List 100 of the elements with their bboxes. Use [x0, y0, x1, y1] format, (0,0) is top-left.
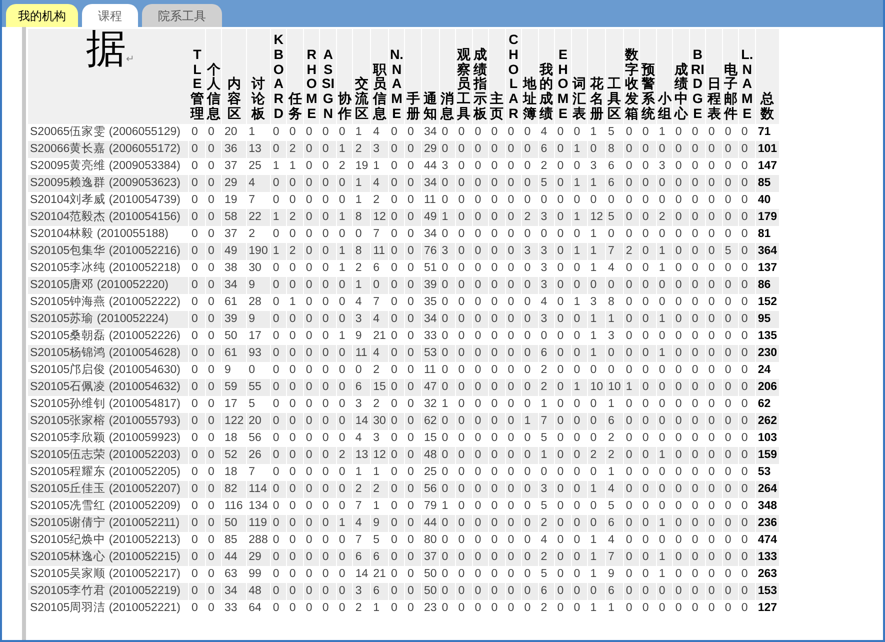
column-header: 预警系统 — [641, 62, 655, 122]
count-cell: 0 — [640, 583, 657, 600]
count-cell: 0 — [320, 600, 337, 617]
count-cell: 0 — [739, 549, 756, 566]
count-cell: 0 — [206, 345, 222, 362]
count-cell: 0 — [287, 481, 304, 498]
count-cell: 2 — [336, 447, 354, 464]
count-cell: 0 — [555, 345, 572, 362]
count-cell: 0 — [456, 379, 473, 396]
count-cell: 0 — [640, 447, 657, 464]
count-cell: 0 — [440, 600, 456, 617]
count-cell: 0 — [722, 413, 740, 430]
count-cell: 0 — [472, 175, 490, 192]
count-cell: 0 — [189, 209, 206, 226]
tab[interactable]: 课程 — [82, 4, 138, 27]
count-cell: 76 — [422, 243, 440, 260]
count-cell: 0 — [690, 481, 706, 498]
count-cell: 0 — [673, 413, 690, 430]
count-cell: 0 — [405, 447, 422, 464]
count-cell: 0 — [624, 515, 640, 532]
count-cell: 0 — [304, 311, 320, 328]
count-cell: 0 — [673, 243, 690, 260]
count-cell: 0 — [656, 277, 674, 294]
count-cell: 2 — [522, 209, 539, 226]
student-name-cell: S20105伍志荣 (2010052203) — [28, 447, 190, 464]
count-cell: 0 — [456, 413, 473, 430]
count-cell: 0 — [624, 209, 640, 226]
count-cell: 0 — [739, 141, 756, 158]
count-cell: 37 — [422, 549, 440, 566]
count-cell: 0 — [270, 175, 288, 192]
count-cell: 0 — [320, 311, 337, 328]
count-cell: 0 — [206, 600, 222, 617]
count-cell: 0 — [270, 311, 288, 328]
count-cell: 0 — [304, 243, 320, 260]
count-cell: 0 — [472, 243, 490, 260]
student-name-cell: S20105周羽洁 (2010052221) — [28, 600, 190, 617]
count-cell: 0 — [656, 175, 674, 192]
count-cell: 0 — [722, 583, 740, 600]
count-cell: 0 — [506, 549, 522, 566]
total-cell: 95 — [756, 311, 780, 328]
count-cell: 0 — [456, 175, 473, 192]
count-cell: 0 — [522, 549, 539, 566]
count-cell: 7 — [606, 243, 624, 260]
count-cell: 13 — [246, 141, 271, 158]
count-cell: 0 — [287, 515, 304, 532]
count-cell: 0 — [673, 141, 690, 158]
total-cell: 133 — [756, 549, 780, 566]
count-cell: 0 — [304, 600, 320, 617]
count-cell: 0 — [388, 141, 406, 158]
student-name-cell: S20104范毅杰 (2010054156) — [28, 209, 190, 226]
count-cell: 0 — [456, 141, 473, 158]
count-cell: 36 — [222, 141, 247, 158]
count-cell: 0 — [522, 345, 539, 362]
tab[interactable]: 我的机构 — [6, 4, 78, 27]
count-cell: 0 — [739, 243, 756, 260]
count-cell: 0 — [624, 345, 640, 362]
count-cell: 0 — [440, 549, 456, 566]
count-cell: 6 — [538, 345, 556, 362]
count-cell: 0 — [572, 413, 588, 430]
count-cell: 0 — [555, 141, 572, 158]
count-cell: 0 — [336, 277, 354, 294]
count-cell: 1 — [336, 209, 354, 226]
count-cell: 0 — [656, 583, 674, 600]
count-cell: 0 — [706, 447, 723, 464]
count-cell: 0 — [572, 277, 588, 294]
count-cell: 0 — [405, 600, 422, 617]
count-cell: 2 — [538, 600, 556, 617]
student-name-cell: S20105石佩凌 (2010054632) — [28, 379, 190, 396]
count-cell: 0 — [304, 345, 320, 362]
count-cell: 0 — [206, 583, 222, 600]
count-cell: 3 — [538, 481, 556, 498]
count-cell: 0 — [304, 413, 320, 430]
count-cell: 0 — [624, 175, 640, 192]
count-cell: 0 — [405, 345, 422, 362]
column-header: 观察员工具 — [457, 48, 471, 122]
count-cell: 1 — [336, 243, 354, 260]
count-cell: 50 — [222, 515, 247, 532]
count-cell: 0 — [706, 209, 723, 226]
count-cell: 0 — [739, 413, 756, 430]
tab[interactable]: 院系工具 — [142, 4, 222, 27]
count-cell: 0 — [405, 243, 422, 260]
count-cell: 0 — [456, 311, 473, 328]
count-cell: 0 — [489, 175, 506, 192]
column-header: BRIDGE — [690, 48, 704, 122]
count-cell: 0 — [722, 345, 740, 362]
count-cell: 6 — [606, 175, 624, 192]
count-cell: 2 — [353, 141, 372, 158]
count-cell: 0 — [522, 447, 539, 464]
count-cell: 0 — [555, 379, 572, 396]
count-cell: 1 — [656, 345, 674, 362]
count-cell: 44 — [422, 515, 440, 532]
count-cell: 0 — [640, 481, 657, 498]
count-cell: 0 — [489, 583, 506, 600]
count-cell: 0 — [440, 311, 456, 328]
count-cell: 1 — [353, 175, 372, 192]
count-cell: 0 — [506, 243, 522, 260]
count-cell: 0 — [287, 447, 304, 464]
count-cell: 0 — [640, 600, 657, 617]
count-cell: 0 — [722, 311, 740, 328]
count-cell: 0 — [640, 549, 657, 566]
